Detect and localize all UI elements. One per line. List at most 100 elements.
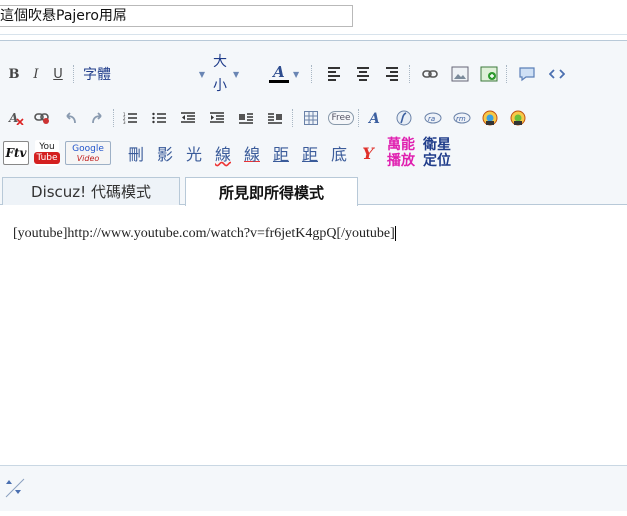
realaudio-icon: ra [424,112,442,124]
chevron-down-icon: ▼ [233,69,240,79]
media-player-icon [482,110,498,126]
media-player-button[interactable] [479,107,501,129]
youtube-icon: You [39,142,55,152]
youtube-button[interactable]: You Tube [34,140,60,166]
bold-button[interactable]: B [3,63,25,85]
size-select-label: 大小 [213,54,227,94]
windows-media-button[interactable]: rm [451,107,473,129]
chevron-down-icon[interactable]: ▼ [293,70,299,79]
link-icon [422,70,438,78]
separator [311,65,313,83]
ordered-list-button[interactable]: 123 [119,107,141,129]
line-wavy-button[interactable]: 線 [210,141,236,165]
separator [113,109,115,127]
font-style-button[interactable]: A [364,107,386,129]
subject-input[interactable]: 這個吹悬Pajero用屌 [0,5,353,27]
editor-text: [youtube]http://www.youtube.com/watch?v=… [13,226,395,241]
flash-icon [396,110,412,126]
strikethrough-button[interactable]: 刪 [123,141,149,165]
divider [0,34,627,35]
y-button[interactable]: Y [355,144,381,163]
svg-text:A: A [367,111,380,125]
youtube-tube-label: Tube [34,152,60,164]
svg-text:A: A [8,111,18,125]
redo-icon [92,112,102,124]
google-video-label: Video [76,153,100,163]
unordered-list-button[interactable] [148,107,170,129]
separator [73,65,75,83]
background-button[interactable]: 底 [326,141,352,165]
remove-format-icon: A [8,111,24,125]
separator [358,109,360,127]
editor-content[interactable]: [youtube]http://www.youtube.com/watch?v=… [13,226,396,242]
media-icon [480,66,498,82]
satellite-location-button[interactable]: 衛星 定位 [423,137,451,169]
separator [506,65,508,83]
code-icon [549,69,566,79]
spacing-button[interactable]: 距 [268,141,294,165]
size-select[interactable]: 大小 ▼ [213,50,263,98]
separator [409,65,411,83]
italic-button[interactable]: I [25,63,47,85]
remove-format-button[interactable]: A [5,107,27,129]
align-right-icon [386,67,399,81]
insert-media-button[interactable] [478,63,500,85]
font-color-button[interactable]: A [265,63,293,85]
outdent-button[interactable] [177,107,199,129]
align-left-icon [328,67,341,81]
outdent-icon [181,112,195,123]
bullet-list-icon [152,112,166,124]
separator [292,109,294,127]
media-player-icon [510,110,526,126]
ordered-list-icon: 123 [123,112,137,124]
tab-code-mode[interactable]: Discuz! 代碼模式 [2,177,180,205]
glow-button[interactable]: 光 [181,141,207,165]
flash-button[interactable] [393,107,415,129]
speech-bubble-icon [519,67,535,82]
spacing-button-2[interactable]: 距 [297,141,323,165]
free-button[interactable]: Free [328,107,354,129]
align-center-button[interactable] [352,63,374,85]
float-right-icon [268,113,282,124]
insert-link-button[interactable] [419,63,441,85]
insert-image-button[interactable] [449,63,471,85]
font-style-icon: A [367,111,380,125]
code-button[interactable] [546,63,568,85]
ftv-button[interactable]: Ftv [3,141,29,165]
font-select-label: 字體 [83,67,111,83]
universal-player-label: 萬能 [387,137,415,153]
font-select[interactable]: 字體 ▼ [79,64,205,84]
font-color-swatch [269,80,289,83]
svg-text:3: 3 [123,120,126,124]
resize-handle-icon[interactable] [5,476,25,498]
editor-status-bar [0,465,627,511]
google-video-button[interactable]: Google Video [65,141,111,165]
float-right-button[interactable] [264,107,286,129]
float-left-icon [239,113,253,124]
insert-table-button[interactable] [300,107,322,129]
underline-button[interactable]: U [47,63,69,85]
toolbar-row-plugins: Ftv You Tube Google Video 刪 影 光 線 線 距 距 … [3,137,465,169]
real-audio-button[interactable]: ra [422,107,444,129]
line-red-button[interactable]: 線 [239,141,265,165]
undo-button[interactable] [59,107,81,129]
float-left-button[interactable] [235,107,257,129]
free-icon: Free [328,111,354,125]
unlink-button[interactable] [31,107,53,129]
google-video-icon: Google [72,143,104,154]
toolbar-row-edit: A 123 Free A ra rm [5,105,529,131]
align-left-button[interactable] [323,63,345,85]
image-icon [451,66,469,82]
align-right-button[interactable] [381,63,403,85]
tab-wysiwyg-mode[interactable]: 所見即所得模式 [185,177,358,206]
quote-button[interactable] [516,63,538,85]
satellite-label-2: 定位 [423,153,451,169]
indent-button[interactable] [206,107,228,129]
ftv-icon: Ftv [5,146,27,160]
media-player-button-2[interactable] [507,107,529,129]
windows-media-icon: rm [453,112,471,124]
shadow-button[interactable]: 影 [152,141,178,165]
redo-button[interactable] [87,107,109,129]
universal-player-button[interactable]: 萬能 播放 [387,137,415,169]
svg-text:ra: ra [428,115,435,123]
